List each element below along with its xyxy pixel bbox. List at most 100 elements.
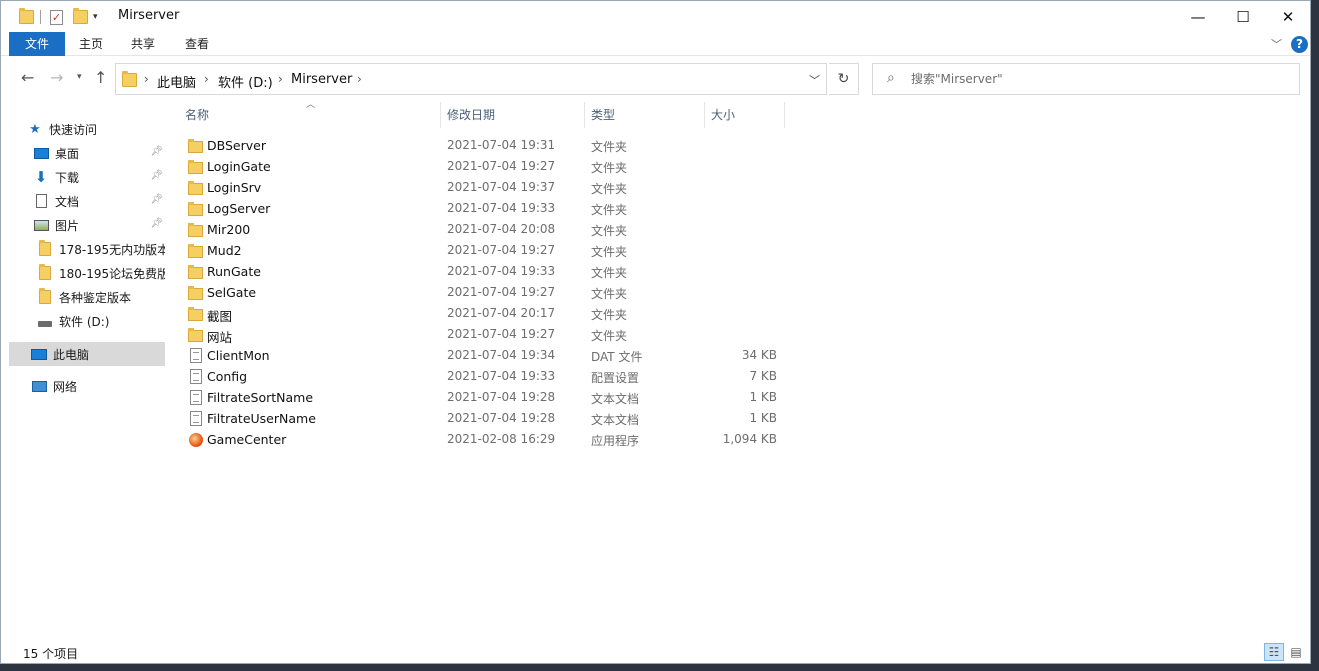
pin-icon[interactable]: 📌︎ xyxy=(150,194,163,205)
file-type: 文本文档 xyxy=(591,392,640,406)
sidebar-item-quick-access[interactable]: ★ 快速访问 xyxy=(27,117,165,141)
breadcrumb-this-pc[interactable]: 此电脑 xyxy=(157,72,196,91)
refresh-button[interactable]: ↻ xyxy=(829,63,859,95)
file-type: 文件夹 xyxy=(591,182,628,196)
search-box[interactable]: ⌕ xyxy=(872,63,1300,95)
table-row[interactable]: ClientMon 2021-07-04 19:34 DAT 文件 34 KB xyxy=(185,345,785,366)
up-arrow-icon[interactable]: ↑ xyxy=(94,68,107,87)
column-header-type[interactable]: 类型 xyxy=(585,102,705,128)
file-name: 截图 xyxy=(207,309,233,324)
file-date: 2021-07-04 19:27 xyxy=(447,159,556,173)
column-header-date[interactable]: 修改日期 xyxy=(441,102,585,128)
folder-icon xyxy=(37,264,53,281)
tab-share[interactable]: 共享 xyxy=(121,32,165,56)
file-type: 文本文档 xyxy=(591,413,640,427)
file-type: 文件夹 xyxy=(591,140,628,154)
chevron-right-icon[interactable]: › xyxy=(357,72,362,86)
search-input[interactable] xyxy=(911,69,1281,89)
large-icons-view-icon[interactable]: ▤ xyxy=(1286,643,1306,661)
breadcrumb-mirserver[interactable]: Mirserver xyxy=(291,72,352,87)
table-row[interactable]: SelGate 2021-07-04 19:27 文件夹 xyxy=(185,282,785,303)
sidebar-item-folder-178-195[interactable]: 178-195无内功版本 xyxy=(37,237,165,261)
file-type: 文件夹 xyxy=(591,224,628,238)
table-row[interactable]: 网站 2021-07-04 19:27 文件夹 xyxy=(185,324,785,345)
forward-arrow-icon[interactable]: → xyxy=(50,68,63,87)
address-dropdown-icon[interactable]: ﹀ xyxy=(809,72,820,88)
folder-icon xyxy=(188,264,204,280)
file-date: 2021-07-04 19:37 xyxy=(447,180,556,194)
sidebar-item-label: 桌面 xyxy=(55,146,80,161)
close-button[interactable]: ✕ xyxy=(1265,1,1310,32)
text-file-icon xyxy=(188,411,204,427)
sidebar-item-folder-identify[interactable]: 各种鉴定版本 xyxy=(37,285,165,309)
file-date: 2021-07-04 19:27 xyxy=(447,243,556,257)
file-type: DAT 文件 xyxy=(591,350,643,364)
table-row[interactable]: DBServer 2021-07-04 19:31 文件夹 xyxy=(185,135,785,156)
chevron-right-icon[interactable]: › xyxy=(278,72,283,86)
table-row[interactable]: FiltrateSortName 2021-07-04 19:28 文本文档 1 KB xyxy=(185,387,785,408)
minimize-button[interactable]: — xyxy=(1175,1,1221,32)
star-icon: ★ xyxy=(29,121,41,137)
sidebar-item-drive-d[interactable]: 软件 (D:) xyxy=(37,309,165,333)
pin-icon[interactable]: 📌︎ xyxy=(150,218,163,229)
file-date: 2021-07-04 19:33 xyxy=(447,369,556,383)
file-date: 2021-02-08 16:29 xyxy=(447,432,556,446)
maximize-button[interactable]: ☐ xyxy=(1220,1,1266,32)
table-row[interactable]: LogServer 2021-07-04 19:33 文件夹 xyxy=(185,198,785,219)
details-view-icon[interactable]: ☷ xyxy=(1264,643,1284,661)
app-icon xyxy=(188,432,204,448)
recent-locations-chevron-icon[interactable]: ▾ xyxy=(77,72,82,82)
file-date: 2021-07-04 19:34 xyxy=(447,348,556,362)
back-arrow-icon[interactable]: ← xyxy=(21,68,34,87)
folder-icon xyxy=(37,288,53,305)
pin-icon[interactable]: 📌︎ xyxy=(150,170,163,181)
help-icon[interactable]: ? xyxy=(1291,36,1308,53)
sidebar-item-documents[interactable]: 文档 📌︎ xyxy=(33,189,165,213)
file-date: 2021-07-04 19:27 xyxy=(447,327,556,341)
tab-file[interactable]: 文件 xyxy=(9,32,65,56)
table-row[interactable]: Mir200 2021-07-04 20:08 文件夹 xyxy=(185,219,785,240)
breadcrumb-drive-d[interactable]: 软件 (D:) xyxy=(218,72,273,91)
table-row[interactable]: Config 2021-07-04 19:33 配置设置 7 KB xyxy=(185,366,785,387)
table-row[interactable]: 截图 2021-07-04 20:17 文件夹 xyxy=(185,303,785,324)
quick-access-dropdown-icon[interactable]: ▾ xyxy=(93,8,98,26)
column-header-size[interactable]: 大小 xyxy=(705,102,785,128)
sidebar-item-label: 180-195论坛免费版 xyxy=(59,266,165,281)
sidebar-item-pictures[interactable]: 图片 📌︎ xyxy=(33,213,165,237)
folder-icon xyxy=(188,243,204,259)
sidebar-item-desktop[interactable]: 桌面 📌︎ xyxy=(33,141,165,165)
file-date: 2021-07-04 19:33 xyxy=(447,201,556,215)
sidebar-item-label: 各种鉴定版本 xyxy=(59,290,132,305)
folder-icon xyxy=(188,306,204,322)
address-bar[interactable]: › 此电脑 › 软件 (D:) › Mirserver › ﹀ xyxy=(115,63,827,95)
table-row[interactable]: LoginGate 2021-07-04 19:27 文件夹 xyxy=(185,156,785,177)
ribbon-expand-chevron-icon[interactable]: ﹀ xyxy=(1271,36,1282,52)
table-row[interactable]: GameCenter 2021-02-08 16:29 应用程序 1,094 KB xyxy=(185,429,785,450)
folder-icon xyxy=(188,180,204,196)
sidebar-item-downloads[interactable]: ⬇ 下载 📌︎ xyxy=(33,165,165,189)
tab-view[interactable]: 查看 xyxy=(175,32,219,56)
pin-icon[interactable]: 📌︎ xyxy=(150,146,163,157)
new-folder-icon[interactable] xyxy=(73,8,88,26)
table-row[interactable]: Mud2 2021-07-04 19:27 文件夹 xyxy=(185,240,785,261)
file-name: ClientMon xyxy=(207,348,270,363)
sidebar-item-network[interactable]: 网络 xyxy=(31,374,165,398)
chevron-right-icon[interactable]: › xyxy=(204,72,209,86)
picture-icon xyxy=(33,217,49,233)
sidebar-item-label: 网络 xyxy=(53,379,78,394)
file-list: ︿ 名称 修改日期 类型 大小 DBServer 2021-07-04 19:31… xyxy=(173,100,1310,639)
column-header-name[interactable]: 名称 xyxy=(179,102,441,128)
download-arrow-icon: ⬇ xyxy=(34,168,48,186)
properties-icon[interactable]: ✓ xyxy=(50,8,63,26)
file-name: LoginSrv xyxy=(207,180,262,195)
table-row[interactable]: LoginSrv 2021-07-04 19:37 文件夹 xyxy=(185,177,785,198)
file-type: 文件夹 xyxy=(591,266,628,280)
file-size: 1 KB xyxy=(749,411,777,425)
tab-home[interactable]: 主页 xyxy=(69,32,113,56)
table-row[interactable]: RunGate 2021-07-04 19:33 文件夹 xyxy=(185,261,785,282)
search-icon: ⌕ xyxy=(887,70,895,86)
table-row[interactable]: FiltrateUserName 2021-07-04 19:28 文本文档 1 KB xyxy=(185,408,785,429)
sidebar-item-folder-180-195[interactable]: 180-195论坛免费版 xyxy=(37,261,165,285)
chevron-right-icon[interactable]: › xyxy=(144,72,149,86)
sidebar-item-this-pc[interactable]: 此电脑 xyxy=(9,342,165,366)
